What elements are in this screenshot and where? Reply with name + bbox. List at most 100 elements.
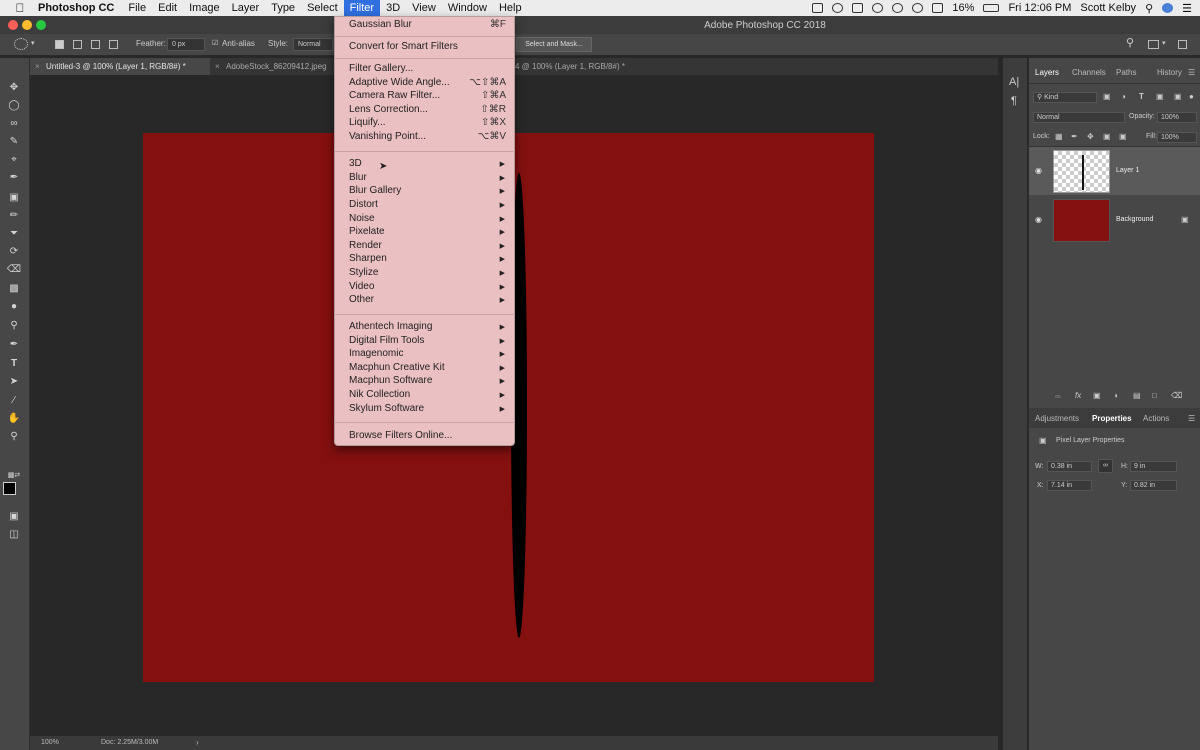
feather-input[interactable]: 0 px [167,38,205,51]
type-tool-icon[interactable]: T [6,357,22,370]
volume-icon[interactable] [932,3,944,13]
menu-layer[interactable]: Layer [226,0,266,16]
style-select[interactable]: Normal [293,38,333,51]
new-layer-icon[interactable]: □ [1152,391,1157,400]
brush-tool-icon[interactable]: ✏ [6,209,22,222]
close-tab-icon[interactable]: × [215,58,220,75]
share-icon[interactable] [1178,40,1187,49]
visibility-eye-icon[interactable]: ◉ [1035,215,1042,224]
workspace-chevron-icon[interactable]: ▾ [1162,39,1166,47]
layer-style-icon[interactable]: fx [1075,391,1081,400]
menu-type[interactable]: Type [265,0,301,16]
lasso-tool-icon[interactable]: ∞ [6,117,22,130]
blend-mode-select[interactable]: Normal [1033,112,1125,123]
delete-layer-icon[interactable]: ⌫ [1171,391,1182,400]
lock-transparent-icon[interactable]: ▦ [1055,132,1063,141]
filter-kind-select[interactable]: ⚲ Kind [1033,92,1097,103]
lock-image-icon[interactable]: ✒ [1071,132,1078,141]
menu-view[interactable]: View [406,0,442,16]
menu-3d[interactable]: 3D [380,0,406,16]
hand-tool-icon[interactable]: ✋ [6,412,22,425]
battery-percent[interactable]: 16% [952,2,974,14]
time-machine-icon[interactable] [872,3,884,13]
crop-tool-icon[interactable]: ⌖ [6,153,22,166]
notification-center-icon[interactable]: ☰ [1182,2,1192,15]
tab-channels[interactable]: Channels [1072,68,1106,77]
default-colors-icon[interactable]: ▩⇄ [6,468,22,481]
y-input[interactable]: 0.82 in [1130,480,1177,491]
lock-artboard-icon[interactable]: ▣ [1103,132,1111,141]
link-layers-icon[interactable]: ∞ [1055,392,1061,401]
spotlight-search-icon[interactable]: ⚲ [1145,2,1153,15]
tab-untitled-3[interactable]: × Untitled-3 @ 100% (Layer 1, RGB/8#) * [30,58,210,75]
quick-selection-tool-icon[interactable]: ✎ [6,135,22,148]
layer-row-background[interactable]: ◉ Background ▣ [1029,196,1200,244]
filter-pixel-icon[interactable]: ▣ [1103,92,1111,101]
filter-type-icon[interactable]: T [1139,92,1144,101]
menu-filter[interactable]: Filter [343,0,381,16]
opacity-input[interactable]: 100% [1157,112,1197,123]
wifi-icon[interactable] [912,3,924,13]
foreground-color-swatch[interactable] [3,482,16,495]
tab-properties[interactable]: Properties [1092,414,1132,423]
subtract-selection-icon[interactable] [91,40,100,49]
dropbox-icon[interactable] [852,3,864,13]
marquee-tool-icon[interactable]: ◯ [6,99,22,112]
eraser-tool-icon[interactable]: ⌫ [6,263,22,276]
link-dimensions-icon[interactable]: ∞ [1098,459,1113,473]
menu-edit[interactable]: Edit [152,0,183,16]
clone-stamp-tool-icon[interactable]: ⏷ [6,227,22,240]
move-tool-icon[interactable]: ✥ [6,81,22,94]
screen-mirror-icon[interactable] [812,3,824,13]
x-input[interactable]: 7.14 in [1047,480,1092,491]
panel-menu-icon[interactable]: ☰ [1188,68,1195,77]
sync-icon[interactable] [832,3,844,13]
tab-adobestock[interactable]: × AdobeStock_86209412.jpeg [210,58,336,75]
pen-tool-icon[interactable]: ✒ [6,338,22,351]
screen-mode-icon[interactable]: ◫ [6,528,22,541]
tab-layers[interactable]: Layers [1035,68,1059,77]
new-selection-icon[interactable] [55,40,64,49]
layer-name[interactable]: Layer 1 [1116,167,1139,174]
eyedropper-tool-icon[interactable]: ✒ [6,171,22,184]
lock-all-icon[interactable]: ▣ [1119,132,1127,141]
tab-paths[interactable]: Paths [1116,68,1136,77]
blur-tool-icon[interactable]: ● [6,300,22,313]
zoom-tool-icon[interactable]: ⚲ [6,430,22,443]
battery-icon[interactable] [983,4,1000,12]
layer-name[interactable]: Background [1116,216,1153,223]
search-icon[interactable]: ⚲ [1126,36,1134,49]
menubar-clock[interactable]: Fri 12:06 PM [1008,2,1071,14]
new-adjustment-icon[interactable]: ◑ [1113,391,1118,400]
preset-chevron-icon[interactable]: ▾ [31,39,35,47]
width-input[interactable]: 0.38 in [1047,461,1092,472]
status-chevron-icon[interactable]: › [196,738,199,747]
filter-smart-object-icon[interactable]: ▣ [1174,92,1182,101]
close-tab-icon[interactable]: × [35,58,40,75]
dodge-tool-icon[interactable]: ⚲ [6,319,22,332]
properties-menu-icon[interactable]: ☰ [1188,414,1195,423]
menu-help[interactable]: Help [493,0,528,16]
layer-row-layer-1[interactable]: ◉ Layer 1 [1029,147,1200,195]
filter-shape-icon[interactable]: ▣ [1156,92,1164,101]
menu-select[interactable]: Select [301,0,344,16]
healing-brush-tool-icon[interactable]: ▣ [6,191,22,204]
select-and-mask-button[interactable]: Select and Mask... [516,37,592,52]
siri-icon[interactable] [1162,3,1174,13]
line-tool-icon[interactable]: ∕ [6,394,22,407]
close-window-icon[interactable] [8,20,18,30]
bluetooth-icon[interactable] [892,3,904,13]
visibility-eye-icon[interactable]: ◉ [1035,166,1042,175]
gradient-tool-icon[interactable]: ▩ [6,282,22,295]
fill-input[interactable]: 100% [1157,132,1197,143]
menubar-user[interactable]: Scott Kelby [1080,2,1136,14]
zoom-window-icon[interactable] [36,20,46,30]
workspace-icon[interactable] [1148,40,1159,49]
minimize-window-icon[interactable] [22,20,32,30]
elliptical-marquee-preset-icon[interactable] [14,38,28,50]
new-group-icon[interactable]: ▤ [1133,391,1141,400]
intersect-selection-icon[interactable] [109,40,118,49]
add-selection-icon[interactable] [73,40,82,49]
tab-actions[interactable]: Actions [1143,414,1169,423]
antialias-checkbox[interactable]: ☑ [212,39,218,47]
